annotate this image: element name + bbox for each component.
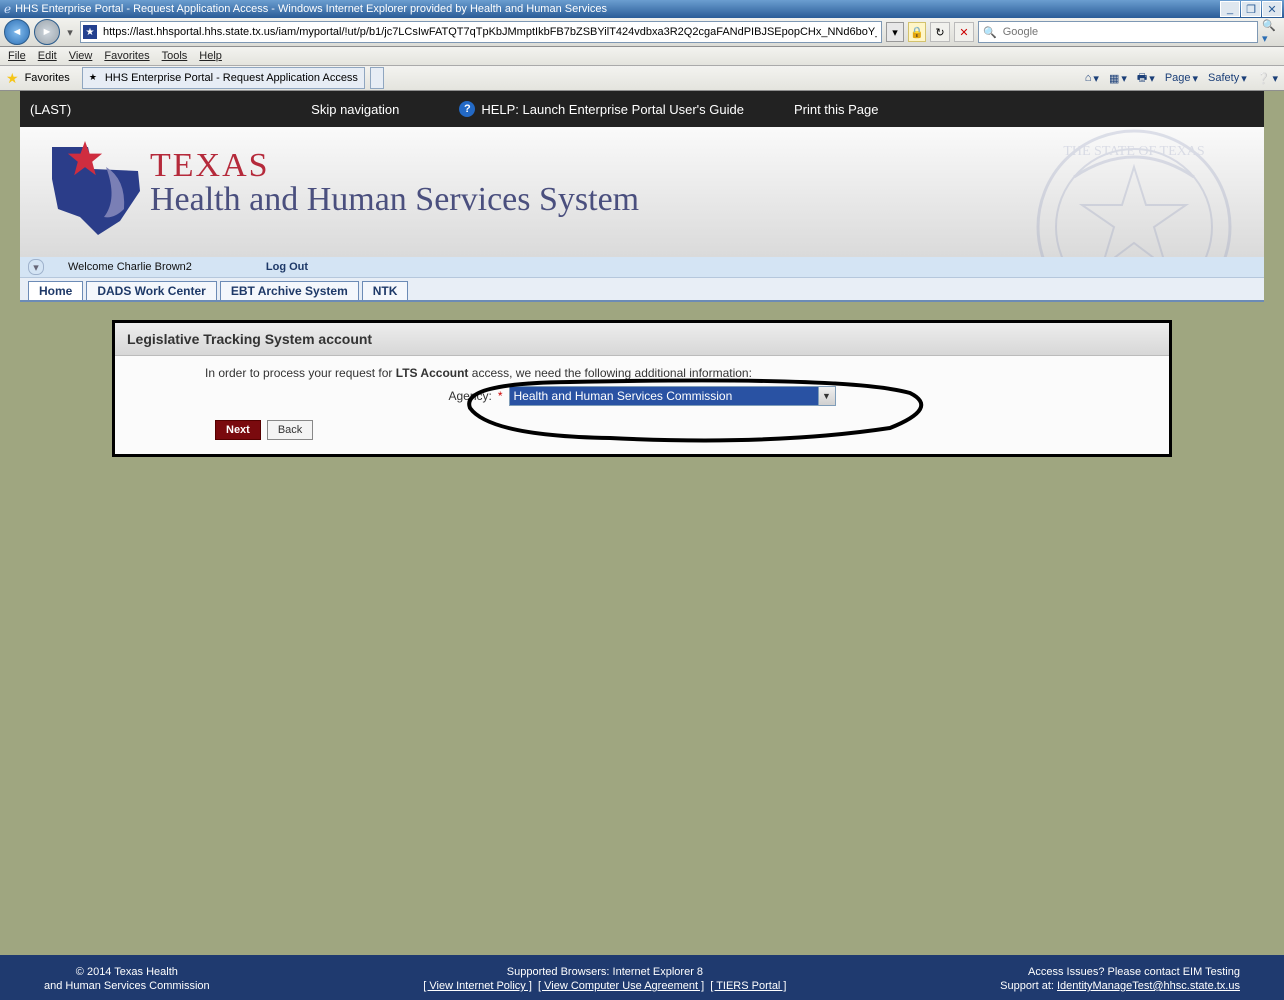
tiers-portal-link[interactable]: [ TIERS Portal ]: [710, 980, 786, 992]
panel-body: In order to process your request for LTS…: [115, 356, 1169, 454]
back-nav-button[interactable]: ◄: [4, 19, 30, 45]
search-go-button[interactable]: 🔍▾: [1262, 23, 1280, 41]
print-icon: 🖶: [1137, 69, 1147, 88]
help-icon: ?: [459, 101, 475, 117]
window-titlebar: ℯ HHS Enterprise Portal - Request Applic…: [0, 0, 1284, 18]
lock-icon[interactable]: 🔒: [908, 22, 926, 42]
menu-help[interactable]: Help: [199, 50, 222, 62]
logout-link[interactable]: Log Out: [266, 261, 308, 273]
gear-icon: ❔: [1257, 72, 1271, 85]
close-button[interactable]: ✕: [1262, 1, 1282, 17]
internet-policy-link[interactable]: [ View Internet Policy ]: [423, 980, 532, 992]
supported-browsers: Supported Browsers: Internet Explorer 8: [507, 966, 703, 978]
agency-label: Agency:: [448, 389, 491, 403]
site-header: TEXAS Health and Human Services System T…: [20, 127, 1264, 257]
feeds-menu[interactable]: ▦▾: [1109, 72, 1127, 85]
site-icon: ★: [83, 25, 97, 39]
home-icon: ⌂: [1085, 72, 1092, 84]
next-button[interactable]: Next: [215, 420, 261, 440]
support-email-link[interactable]: IdentityManageTest@hhsc.state.tx.us: [1057, 980, 1240, 992]
menu-edit[interactable]: Edit: [38, 50, 57, 62]
new-tab-button[interactable]: [370, 67, 384, 89]
footer-center: Supported Browsers: Internet Explorer 8 …: [423, 966, 786, 992]
tab-home[interactable]: Home: [28, 281, 83, 300]
help-link[interactable]: ? HELP: Launch Enterprise Portal User's …: [459, 101, 744, 117]
tab-title: HHS Enterprise Portal - Request Applicat…: [105, 72, 358, 84]
nav-history-dropdown[interactable]: ▾: [64, 23, 76, 41]
safety-menu[interactable]: Safety ▾: [1208, 72, 1247, 85]
computer-use-agreement-link[interactable]: [ View Computer Use Agreement ]: [538, 980, 704, 992]
agency-select[interactable]: ▼: [509, 386, 836, 406]
print-page-link[interactable]: Print this Page: [794, 102, 879, 117]
panel-info: In order to process your request for LTS…: [205, 366, 1149, 380]
utility-bar: (LAST) Skip navigation ? HELP: Launch En…: [20, 91, 1264, 127]
print-menu[interactable]: 🖶▾: [1137, 69, 1155, 88]
back-button[interactable]: Back: [267, 420, 313, 440]
favorites-label[interactable]: Favorites: [25, 72, 70, 84]
tab-ntk[interactable]: NTK: [362, 281, 409, 300]
tab-dads[interactable]: DADS Work Center: [86, 281, 216, 300]
page-content: (LAST) Skip navigation ? HELP: Launch En…: [20, 91, 1264, 900]
search-input[interactable]: [1001, 25, 1253, 39]
page-menu[interactable]: Page ▾: [1165, 72, 1198, 85]
logo-subtitle: Health and Human Services System: [150, 181, 639, 219]
tab-icon: ★: [89, 72, 101, 84]
footer-support: Access Issues? Please contact EIM Testin…: [1000, 966, 1240, 992]
search-icon: 🔍: [983, 26, 997, 39]
welcome-bar: ▾ Welcome Charlie Brown2 Log Out: [20, 257, 1264, 278]
ie-icon: ℯ: [4, 2, 11, 16]
browser-tab[interactable]: ★ HHS Enterprise Portal - Request Applic…: [82, 67, 365, 89]
agency-row: Agency: * ▼: [135, 386, 1149, 406]
state-seal-icon: THE STATE OF TEXAS: [1034, 127, 1234, 257]
feed-icon: ▦: [1109, 72, 1119, 85]
last-label: (LAST): [30, 102, 71, 117]
menu-file[interactable]: File: [8, 50, 26, 62]
footer-copyright: © 2014 Texas Health and Human Services C…: [44, 966, 210, 992]
tools-icon-menu[interactable]: ❔▾: [1257, 72, 1278, 85]
content-area: Legislative Tracking System account In o…: [20, 302, 1264, 900]
minimize-button[interactable]: _: [1220, 1, 1240, 17]
chevron-down-icon[interactable]: ▼: [818, 387, 835, 405]
home-menu[interactable]: ⌂▾: [1085, 72, 1099, 85]
tab-ebt[interactable]: EBT Archive System: [220, 281, 359, 300]
stop-button[interactable]: ✕: [954, 22, 974, 42]
menu-tools[interactable]: Tools: [162, 50, 188, 62]
address-toolbar: ◄ ► ▾ ★ ▾ 🔒 ↻ ✕ 🔍 🔍▾: [0, 18, 1284, 47]
panel-heading: Legislative Tracking System account: [115, 323, 1169, 356]
main-tabs: Home DADS Work Center EBT Archive System…: [20, 278, 1264, 302]
site-footer: © 2014 Texas Health and Human Services C…: [0, 955, 1284, 1000]
url-dropdown[interactable]: ▾: [886, 22, 904, 42]
browser-search-box[interactable]: 🔍: [978, 21, 1258, 43]
lts-panel: Legislative Tracking System account In o…: [112, 320, 1172, 457]
favorites-bar: ★ Favorites ★ HHS Enterprise Portal - Re…: [0, 66, 1284, 91]
skip-navigation-link[interactable]: Skip navigation: [311, 102, 399, 117]
forward-nav-button[interactable]: ►: [34, 19, 60, 45]
favorites-star-icon[interactable]: ★: [6, 70, 19, 87]
menu-view[interactable]: View: [69, 50, 93, 62]
logo-texas: TEXAS: [150, 147, 639, 185]
window-title: HHS Enterprise Portal - Request Applicat…: [15, 3, 607, 15]
restore-button[interactable]: ❐: [1241, 1, 1261, 17]
site-logo-text: TEXAS Health and Human Services System: [150, 147, 639, 219]
page-viewport: (LAST) Skip navigation ? HELP: Launch En…: [0, 91, 1284, 1000]
address-bar[interactable]: ★: [80, 21, 882, 43]
texas-logo-icon: [48, 139, 136, 227]
url-field[interactable]: [101, 25, 879, 39]
menu-bar: File Edit View Favorites Tools Help: [0, 47, 1284, 66]
menu-favorites[interactable]: Favorites: [104, 50, 149, 62]
svg-text:THE STATE OF TEXAS: THE STATE OF TEXAS: [1063, 144, 1204, 159]
welcome-text: Welcome Charlie Brown2: [68, 261, 192, 273]
required-icon: *: [498, 389, 503, 403]
agency-select-value[interactable]: [510, 387, 818, 405]
expand-icon[interactable]: ▾: [28, 259, 44, 275]
refresh-button[interactable]: ↻: [930, 22, 950, 42]
